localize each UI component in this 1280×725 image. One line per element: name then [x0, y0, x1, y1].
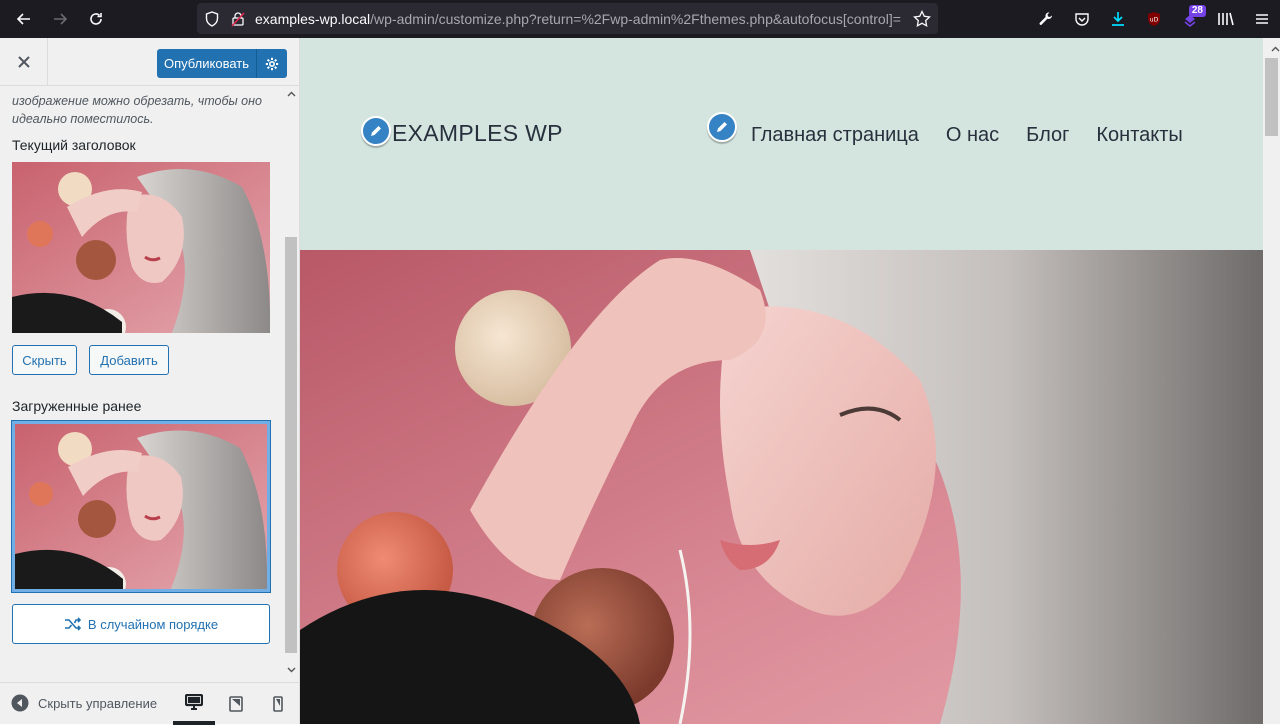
scroll-up-icon[interactable]: [283, 87, 299, 101]
header-image-description: изображение можно обрезать, чтобы оно ид…: [12, 94, 262, 126]
customizer-header: Опубликовать: [0, 38, 299, 86]
download-icon[interactable]: [1100, 1, 1136, 37]
menu-item-blog[interactable]: Блог: [1026, 124, 1069, 147]
site-title[interactable]: EXAMPLES WP: [392, 120, 563, 147]
gear-icon: [265, 57, 279, 70]
publish-group: Опубликовать: [157, 49, 288, 78]
insecure-lock-icon[interactable]: [227, 8, 249, 30]
add-image-button[interactable]: Добавить: [89, 345, 169, 375]
browser-toolbar: examples-wp.local/wp-admin/customize.php…: [0, 0, 1280, 38]
url-text: examples-wp.local/wp-admin/customize.php…: [255, 11, 901, 27]
back-button[interactable]: [6, 1, 42, 37]
library-icon[interactable]: [1208, 1, 1244, 37]
scrollbar-thumb[interactable]: [285, 237, 297, 653]
primary-menu: Главная страница О нас Блог Контакты: [751, 124, 1183, 147]
forward-button[interactable]: [42, 1, 78, 37]
edit-menu-pencil-icon[interactable]: [707, 112, 737, 142]
uploaded-header-image[interactable]: [12, 421, 270, 592]
customizer-panel-content: изображение можно обрезать, чтобы оно ид…: [0, 87, 283, 672]
tablet-preview-button[interactable]: [215, 683, 257, 725]
collapse-label: Скрыть управление: [38, 695, 158, 711]
collapse-arrow-icon: [11, 694, 29, 712]
publish-button[interactable]: Опубликовать: [157, 49, 257, 78]
hamburger-menu-icon[interactable]: [1244, 1, 1280, 37]
customizer-sidebar: Опубликовать изображение можно обрезать,…: [0, 38, 300, 725]
current-header-title: Текущий заголовок: [12, 137, 136, 153]
site-preview: EXAMPLES WP Главная страница О нас Блог …: [300, 38, 1263, 724]
menu-item-contacts[interactable]: Контакты: [1096, 124, 1182, 147]
shield-icon[interactable]: [201, 8, 223, 30]
site-header: EXAMPLES WP Главная страница О нас Блог …: [300, 38, 1263, 250]
reload-button[interactable]: [78, 1, 114, 37]
tablet-icon: [229, 696, 243, 712]
extension-badge-count: 28: [1188, 5, 1206, 17]
mobile-preview-button[interactable]: [257, 683, 299, 725]
uploaded-previously-title: Загруженные ранее: [12, 398, 142, 414]
preview-scrollbar[interactable]: [1263, 38, 1280, 724]
hide-image-button[interactable]: Скрыть: [12, 345, 77, 375]
reload-icon: [90, 13, 102, 25]
customizer-footer: Скрыть управление: [0, 682, 299, 725]
bookmark-star-button[interactable]: [904, 1, 940, 37]
close-icon: [17, 56, 30, 68]
wrench-icon[interactable]: [1028, 1, 1064, 37]
url-path: /wp-admin/customize.php?return=%2Fwp-adm…: [370, 10, 901, 27]
toolbar-extensions: uD 28: [1028, 0, 1280, 38]
url-bar[interactable]: examples-wp.local/wp-admin/customize.php…: [197, 3, 938, 34]
collapse-sidebar-button[interactable]: Скрыть управление: [10, 693, 157, 713]
svg-text:uD: uD: [1150, 17, 1159, 24]
preview-scroll-up-icon[interactable]: [1267, 42, 1280, 56]
extension-badge-icon[interactable]: 28: [1172, 1, 1208, 37]
menu-item-about[interactable]: О нас: [946, 124, 999, 147]
mobile-icon: [273, 696, 283, 712]
menu-item-home[interactable]: Главная страница: [751, 124, 919, 147]
current-header-image: [12, 162, 270, 333]
scroll-down-icon[interactable]: [283, 663, 299, 677]
publish-settings-button[interactable]: [256, 49, 288, 78]
shuffle-icon: [64, 617, 82, 631]
ublock-icon[interactable]: uD: [1136, 1, 1172, 37]
pocket-icon[interactable]: [1064, 1, 1100, 37]
desktop-icon: [185, 694, 203, 710]
randomize-label: В случайном порядке: [87, 616, 219, 632]
arrow-right-icon: [54, 13, 68, 25]
desktop-preview-button[interactable]: [173, 683, 215, 725]
preview-scrollbar-thumb[interactable]: [1265, 58, 1278, 136]
close-button[interactable]: [0, 38, 48, 86]
edit-title-pencil-icon[interactable]: [361, 116, 391, 146]
sidebar-scrollbar[interactable]: [283, 87, 299, 673]
url-host: examples-wp.local: [255, 10, 371, 27]
randomize-button[interactable]: В случайном порядке: [12, 604, 270, 644]
header-hero-image: [300, 250, 1263, 724]
star-icon: [913, 10, 931, 28]
arrow-left-icon: [16, 13, 30, 25]
